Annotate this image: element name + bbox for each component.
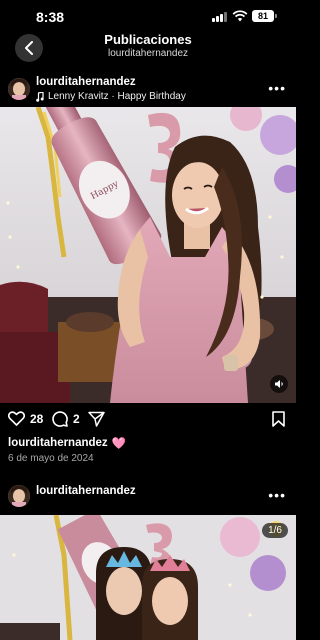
comment-icon	[52, 411, 68, 427]
post-actions: 28 2	[0, 408, 296, 432]
like-count: 28	[30, 411, 44, 426]
page-subtitle: lourditahernandez	[107, 48, 189, 59]
send-icon	[88, 411, 105, 427]
pink-heart-emoji: 🩷	[111, 438, 127, 450]
post-header: lourditahernandez Lenny Kravitz · Happy …	[0, 72, 296, 106]
save-button[interactable]	[272, 411, 285, 427]
post-username[interactable]: lourditahernandez	[36, 76, 136, 88]
post-date: 6 de mayo de 2024	[8, 453, 94, 464]
carousel-counter: 1/6	[262, 523, 288, 538]
speaker-icon	[275, 380, 283, 388]
mute-toggle-button[interactable]	[270, 375, 288, 393]
more-options-button[interactable]: •••	[268, 80, 286, 96]
avatar[interactable]	[8, 78, 30, 100]
post-photo-image: Happy	[0, 107, 296, 403]
post-photo[interactable]: Happy	[0, 107, 296, 403]
music-label: Lenny Kravitz · Happy Birthday	[48, 91, 186, 102]
music-link[interactable]: Lenny Kravitz · Happy Birthday	[36, 91, 186, 102]
avatar[interactable]	[8, 485, 30, 507]
caption: lourditahernandez 🩷	[8, 436, 126, 450]
like-action[interactable]: 28	[8, 411, 43, 426]
caption-username[interactable]: lourditahernandez	[8, 437, 108, 449]
more-dots-icon: •••	[268, 487, 286, 503]
share-button[interactable]	[88, 411, 105, 427]
page-title: Publicaciones	[104, 32, 192, 47]
heart-icon	[8, 411, 25, 426]
comment-action[interactable]: 2	[52, 411, 80, 427]
next-post-photo-image	[0, 515, 296, 640]
music-note-icon	[36, 91, 44, 102]
more-dots-icon: •••	[268, 80, 286, 96]
bookmark-icon	[272, 411, 285, 427]
next-post-username[interactable]: lourditahernandez	[36, 485, 136, 497]
top-header: Publicaciones lourditahernandez	[0, 28, 296, 66]
next-post-header: lourditahernandez •••	[0, 480, 296, 514]
next-post-more-options-button[interactable]: •••	[268, 487, 286, 503]
comment-count: 2	[73, 412, 80, 426]
next-post-photo[interactable]: 1/6	[0, 515, 296, 640]
